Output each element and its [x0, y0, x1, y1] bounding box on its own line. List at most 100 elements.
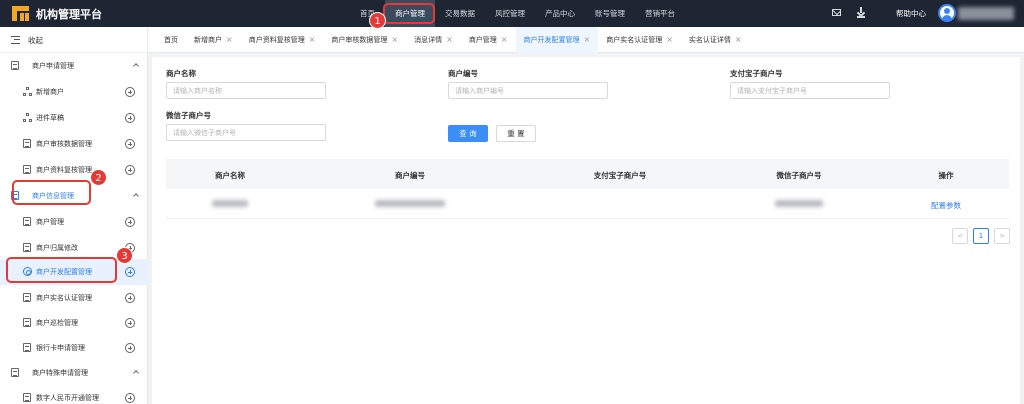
org-tree-icon	[23, 87, 32, 96]
add-circle-icon[interactable]	[125, 165, 135, 175]
tab-review[interactable]: 商户资料复核管理 ×	[241, 27, 324, 53]
tab-message-detail[interactable]: 消息详情 ×	[406, 27, 461, 53]
sidebar-item-realname-auth[interactable]: 商户实名认证管理	[0, 285, 148, 311]
column-header: 商户编号	[395, 171, 425, 180]
chevron-up-icon	[133, 193, 139, 199]
document-icon	[23, 343, 31, 352]
mail-icon[interactable]	[832, 9, 841, 16]
merchant-name-field[interactable]	[166, 82, 326, 99]
topnav-account-management[interactable]: 账号管理	[585, 0, 635, 27]
merchant-no-label: 商户编号	[448, 69, 478, 78]
reset-button[interactable]: 重 置	[496, 125, 536, 142]
sidebar-item-draft[interactable]: 进件草稿	[0, 105, 148, 131]
prev-page-button[interactable]: <	[952, 228, 968, 244]
page-number-button[interactable]: 1	[973, 228, 989, 244]
tab-label: 新增商户	[194, 35, 222, 44]
close-icon[interactable]: ×	[666, 27, 673, 53]
sidebar-item-label: 商户审核数据管理	[36, 140, 92, 148]
topnav-product-center[interactable]: 产品中心	[535, 0, 585, 27]
close-icon[interactable]: ×	[584, 27, 591, 53]
sidebar-item-merchant-management[interactable]: 商户管理	[0, 209, 148, 235]
sidebar-item-bank-card[interactable]: 银行卡申请管理	[0, 335, 148, 361]
wechat-sub-no-field[interactable]	[166, 124, 326, 141]
callout-highlight-sidebar-item	[6, 257, 117, 283]
next-page-button[interactable]: >	[994, 228, 1010, 244]
add-circle-icon[interactable]	[125, 343, 135, 353]
sidebar-group-merchant-application[interactable]: 商户申请管理	[0, 53, 148, 79]
tab-home[interactable]: 首页	[156, 27, 186, 53]
org-tree-icon	[23, 113, 32, 122]
column-header: 商户名称	[215, 171, 245, 180]
sidebar-item-new-merchant[interactable]: 新增商户	[0, 79, 148, 105]
tab-merchant-management[interactable]: 商户管理 ×	[461, 27, 516, 53]
alipay-sub-no-label: 支付宝子商户号	[730, 69, 783, 78]
sidebar-item-label: 商户巡检管理	[36, 319, 78, 327]
sidebar: 收起 商户申请管理 新增商户 进件草稿 商户审核数据管理 商户资料复核管理 商户…	[0, 27, 148, 404]
page-tabs-bar: 首页 新增商户 × 商户资料复核管理 × 商户审核数据管理 × 消息详情 × 商户管理 ×…	[148, 26, 1024, 53]
merchant-config-table: 商户名称 商户编号 支付宝子商户号 微信子商户号 操作 配置参数	[166, 159, 1009, 219]
merchant-no-field[interactable]	[448, 82, 608, 99]
help-center-link[interactable]: 帮助中心	[896, 0, 926, 27]
tab-realname-detail[interactable]: 实名认证详情 ×	[681, 27, 750, 53]
tab-dev-config[interactable]: 商户开发配置管理 ×	[515, 26, 599, 53]
sidebar-item-digital-rmb[interactable]: 数字人民币开通管理	[0, 385, 148, 404]
callout-highlight-sidebar-group	[12, 180, 91, 205]
add-circle-icon[interactable]	[125, 217, 135, 227]
tab-label: 首页	[164, 35, 178, 44]
sidebar-item-label: 银行卡申请管理	[36, 344, 85, 352]
sidebar-group-special-application[interactable]: 商户特殊申请管理	[0, 360, 148, 386]
sidebar-item-label: 数字人民币开通管理	[36, 394, 99, 402]
sidebar-item-label: 商户管理	[36, 218, 64, 226]
alipay-sub-no-field[interactable]	[730, 82, 890, 99]
sidebar-item-label: 进件草稿	[36, 114, 64, 122]
username-redacted	[958, 7, 1014, 20]
close-icon[interactable]: ×	[309, 27, 316, 53]
merchant-name-label: 商户名称	[166, 69, 196, 78]
sidebar-item-inspection[interactable]: 商户巡检管理	[0, 310, 148, 336]
document-icon	[11, 61, 19, 70]
configure-params-link[interactable]: 配置参数	[931, 200, 961, 211]
alipay-sub-no-input[interactable]	[731, 83, 889, 98]
topnav-risk-control[interactable]: 风控管理	[485, 0, 535, 27]
column-header: 微信子商户号	[776, 171, 822, 180]
merchant-no-input[interactable]	[449, 83, 607, 98]
topnav-marketing-platform[interactable]: 营销平台	[635, 0, 685, 27]
topnav-transaction-data[interactable]: 交易数据	[435, 0, 485, 27]
add-circle-icon[interactable]	[125, 87, 135, 97]
sidebar-item-label: 商户实名认证管理	[36, 294, 92, 302]
add-circle-icon[interactable]	[125, 393, 135, 403]
document-icon	[11, 368, 19, 377]
sidebar-collapse-toggle[interactable]: 收起	[0, 27, 148, 53]
download-icon[interactable]	[857, 7, 865, 18]
close-icon[interactable]: ×	[501, 27, 508, 53]
tab-label: 消息详情	[414, 35, 443, 44]
sidebar-group-label: 商户特殊申请管理	[32, 369, 88, 377]
sidebar-item-label: 商户归属修改	[36, 244, 78, 252]
add-circle-icon[interactable]	[125, 113, 135, 123]
close-icon[interactable]: ×	[446, 27, 453, 53]
callout-highlight-topnav	[383, 3, 435, 24]
close-icon[interactable]: ×	[735, 27, 742, 53]
query-button[interactable]: 查 询	[448, 125, 488, 142]
tab-audit-data[interactable]: 商户审核数据管理 ×	[323, 27, 406, 53]
document-icon	[23, 293, 31, 302]
close-icon[interactable]: ×	[226, 27, 233, 53]
close-icon[interactable]: ×	[391, 27, 398, 53]
add-circle-icon[interactable]	[125, 318, 135, 328]
add-circle-icon[interactable]	[125, 139, 135, 149]
redacted-merchant-no	[375, 200, 445, 207]
document-icon	[23, 318, 31, 327]
callout-badge-2: 2	[90, 169, 107, 186]
document-icon	[23, 139, 31, 148]
tab-label: 商户实名认证管理	[606, 35, 663, 44]
sidebar-item-audit-data[interactable]: 商户审核数据管理	[0, 131, 148, 157]
add-circle-icon[interactable]	[125, 293, 135, 303]
wechat-sub-no-input[interactable]	[167, 125, 325, 140]
avatar[interactable]	[938, 4, 956, 22]
tab-realname-auth[interactable]: 商户实名认证管理 ×	[598, 27, 681, 53]
tab-new-merchant[interactable]: 新增商户 ×	[186, 27, 241, 53]
document-icon	[23, 243, 31, 252]
tab-label: 商户管理	[468, 35, 497, 44]
merchant-name-input[interactable]	[167, 83, 325, 98]
add-circle-icon[interactable]	[125, 267, 135, 277]
